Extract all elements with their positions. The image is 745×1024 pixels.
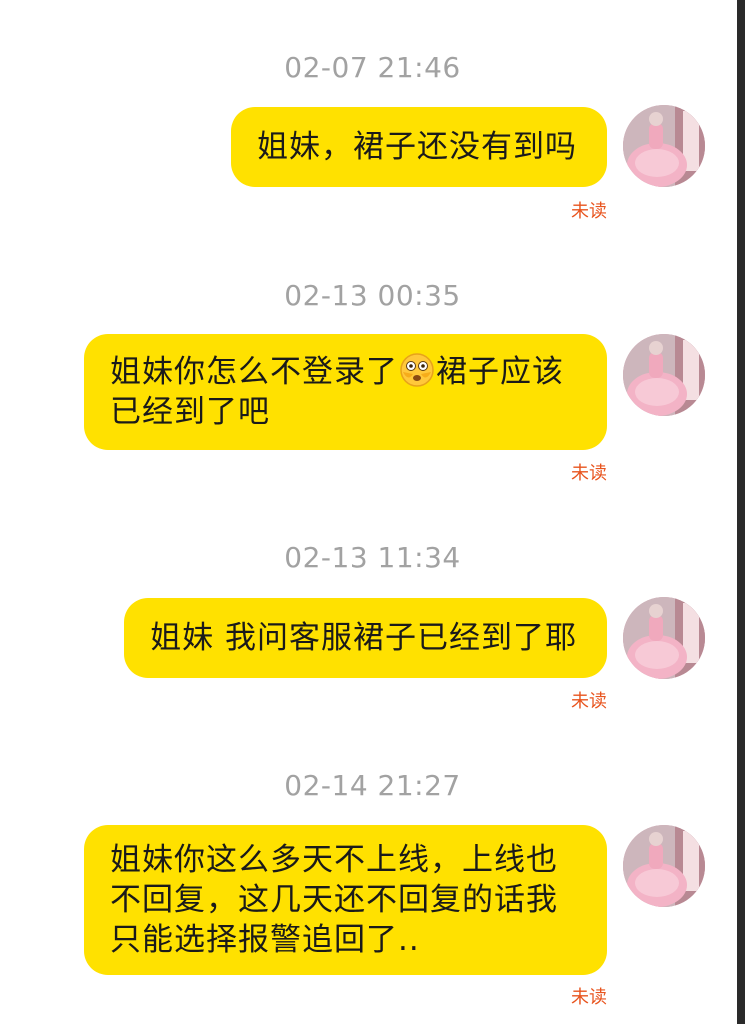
message-bubble[interactable]: 姐妹，裙子还没有到吗 — [231, 107, 607, 187]
avatar-image-icon — [623, 825, 705, 907]
message-bubble[interactable]: 姐妹 我问客服裙子已经到了耶 — [124, 598, 607, 678]
avatar[interactable] — [623, 597, 705, 679]
unread-status: 未读 — [571, 987, 607, 1008]
avatar-image-icon — [623, 597, 705, 679]
message-text: 已经到了吧 — [110, 394, 270, 430]
message-text: 姐妹你怎么不登录了 — [110, 354, 398, 390]
message-timestamp: 02-13 00:35 — [284, 279, 461, 312]
message-text: 姐妹，裙子还没有到吗 — [257, 129, 577, 165]
message-timestamp: 02-14 21:27 — [284, 769, 461, 802]
message-text: 姐妹你这么多天不上线，上线也 — [110, 842, 558, 878]
avatar[interactable] — [623, 334, 705, 416]
message-text: 姐妹 我问客服裙子已经到了耶 — [150, 620, 577, 656]
message-text: 裙子应该 — [436, 354, 564, 390]
chat-conversation: 02-07 21:46 姐妹，裙子还没有到吗 未读 02-13 00:35 姐妹… — [0, 0, 745, 1024]
message-text: 不回复，这几天还不回复的话我 — [110, 882, 558, 918]
message-timestamp: 02-07 21:46 — [284, 51, 461, 84]
message-text: 只能选择报警追回了.. — [110, 922, 420, 958]
message-bubble[interactable]: 姐妹你怎么不登录了 裙子应该 已经到了吧 — [84, 334, 607, 450]
unread-status: 未读 — [571, 201, 607, 222]
avatar[interactable] — [623, 105, 705, 187]
avatar-image-icon — [623, 334, 705, 416]
message-timestamp: 02-13 11:34 — [284, 541, 461, 574]
unread-status: 未读 — [571, 691, 607, 712]
screen-edge — [737, 0, 745, 1024]
message-bubble[interactable]: 姐妹你这么多天不上线，上线也 不回复，这几天还不回复的话我 只能选择报警追回了.… — [84, 825, 607, 975]
avatar[interactable] — [623, 825, 705, 907]
avatar-image-icon — [623, 105, 705, 187]
flushed-face-icon — [400, 353, 434, 387]
unread-status: 未读 — [571, 463, 607, 484]
